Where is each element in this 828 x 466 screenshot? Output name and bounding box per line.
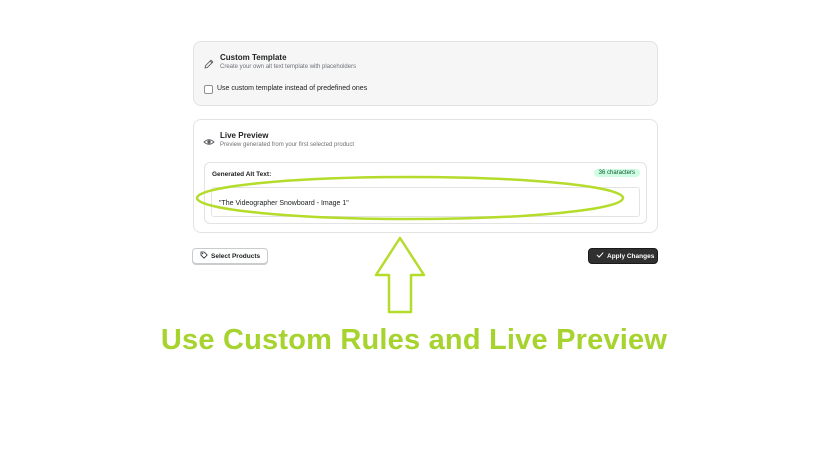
eye-icon [203, 135, 215, 147]
custom-template-card: Custom Template Create your own alt text… [193, 41, 658, 106]
tag-icon [200, 251, 208, 261]
live-preview-subtitle: Preview generated from your first select… [220, 142, 355, 148]
pencil-icon [203, 57, 215, 69]
alt-text-preview: "The Videographer Snowboard - Image 1" [219, 200, 349, 207]
custom-template-title: Custom Template [220, 53, 287, 62]
check-icon [596, 251, 604, 261]
custom-template-checkbox-label[interactable]: Use custom template instead of predefine… [217, 85, 367, 92]
apply-changes-button[interactable]: Apply Changes [588, 248, 658, 264]
apply-changes-label: Apply Changes [607, 252, 655, 260]
live-preview-title: Live Preview [220, 131, 269, 140]
custom-template-subtitle: Create your own alt text template with p… [220, 64, 357, 70]
generated-alt-text-label: Generated Alt Text: [212, 171, 272, 178]
custom-template-checkbox[interactable] [204, 85, 213, 94]
character-count-badge: 36 characters [593, 169, 640, 177]
live-preview-card: Live Preview Preview generated from your… [193, 119, 658, 233]
up-arrow-icon [374, 236, 426, 314]
generated-alt-text-panel: Generated Alt Text: 36 characters "The V… [204, 162, 647, 224]
annotation-caption: Use Custom Rules and Live Preview [160, 324, 668, 356]
select-products-label: Select Products [211, 252, 261, 260]
select-products-button[interactable]: Select Products [192, 248, 269, 264]
alt-text-preview-box: "The Videographer Snowboard - Image 1" [211, 187, 640, 217]
